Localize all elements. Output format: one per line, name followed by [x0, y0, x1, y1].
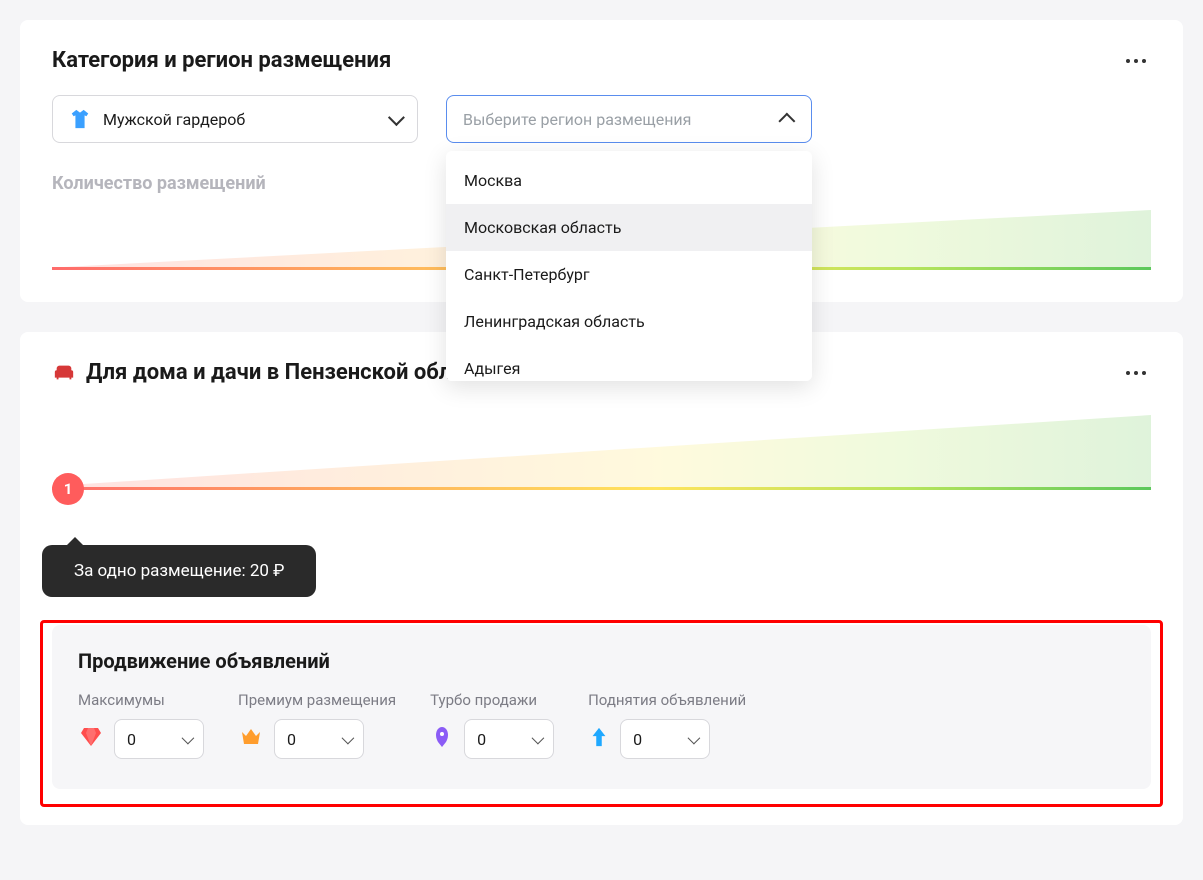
category-value: Мужской гардероб — [103, 110, 245, 129]
home-garden-card: Для дома и дачи в Пензенской области 1 З… — [20, 332, 1183, 825]
region-dropdown[interactable]: МоскваМосковская областьСанкт-ПетербургЛ… — [446, 151, 812, 381]
promo-value: 0 — [477, 730, 486, 749]
region-option[interactable]: Ленинградская область — [446, 298, 812, 345]
promo-item: Поднятия объявлений 0 — [588, 691, 746, 759]
rocket-icon — [430, 725, 454, 753]
region-option[interactable]: Москва — [446, 157, 812, 204]
promo-item: Премиум размещения 0 — [238, 691, 396, 759]
slider-handle[interactable]: 1 — [52, 473, 84, 505]
promo-value-select[interactable]: 0 — [464, 719, 554, 759]
chevron-down-icon — [388, 109, 405, 126]
category-select[interactable]: Мужской гардероб — [52, 95, 418, 143]
more-icon[interactable] — [1121, 54, 1151, 68]
chevron-down-icon — [688, 731, 701, 744]
promo-value-select[interactable]: 0 — [274, 719, 364, 759]
chevron-up-icon — [778, 113, 795, 130]
card-title: Категория и регион размещения — [52, 48, 391, 73]
crown-icon — [238, 725, 264, 753]
arrowup-icon — [588, 724, 610, 754]
promo-value: 0 — [633, 730, 642, 749]
promo-item: Максимумы 0 — [78, 691, 204, 759]
price-tooltip: За одно размещение: 20 ₽ — [42, 545, 316, 597]
couch-icon — [52, 362, 76, 384]
placements-slider: 1 За одно размещение: 20 ₽ — [52, 415, 1151, 525]
promo-value: 0 — [287, 730, 296, 749]
card-header: Категория и регион размещения — [52, 48, 1151, 73]
selectors-row: Мужской гардероб Выберите регион размеще… — [52, 95, 1151, 143]
region-select[interactable]: Выберите регион размещения — [446, 95, 812, 143]
region-option[interactable]: Московская область — [446, 204, 812, 251]
promo-box: Продвижение объявлений Максимумы0Премиум… — [52, 625, 1151, 789]
chevron-down-icon — [342, 731, 355, 744]
promo-value-select[interactable]: 0 — [114, 719, 204, 759]
promo-item: Турбо продажи 0 — [430, 691, 554, 759]
shirt-icon — [69, 108, 91, 130]
promo-row: Максимумы0Премиум размещения0Турбо прода… — [78, 691, 1125, 759]
promo-label: Поднятия объявлений — [588, 691, 746, 709]
region-option[interactable]: Санкт-Петербург — [446, 251, 812, 298]
promo-value: 0 — [127, 730, 136, 749]
promo-label: Премиум размещения — [238, 691, 396, 709]
chevron-down-icon — [532, 731, 545, 744]
category-region-card: Категория и регион размещения Мужской га… — [20, 20, 1183, 302]
region-placeholder: Выберите регион размещения — [463, 110, 691, 129]
promo-value-select[interactable]: 0 — [620, 719, 710, 759]
more-icon[interactable] — [1121, 366, 1151, 380]
diamond-icon — [78, 725, 104, 753]
promo-label: Максимумы — [78, 691, 204, 709]
chevron-down-icon — [182, 731, 195, 744]
region-option[interactable]: Адыгея — [446, 345, 812, 381]
promo-title: Продвижение объявлений — [78, 649, 1125, 673]
promo-label: Турбо продажи — [430, 691, 554, 709]
card-title: Для дома и дачи в Пензенской области — [52, 360, 498, 385]
